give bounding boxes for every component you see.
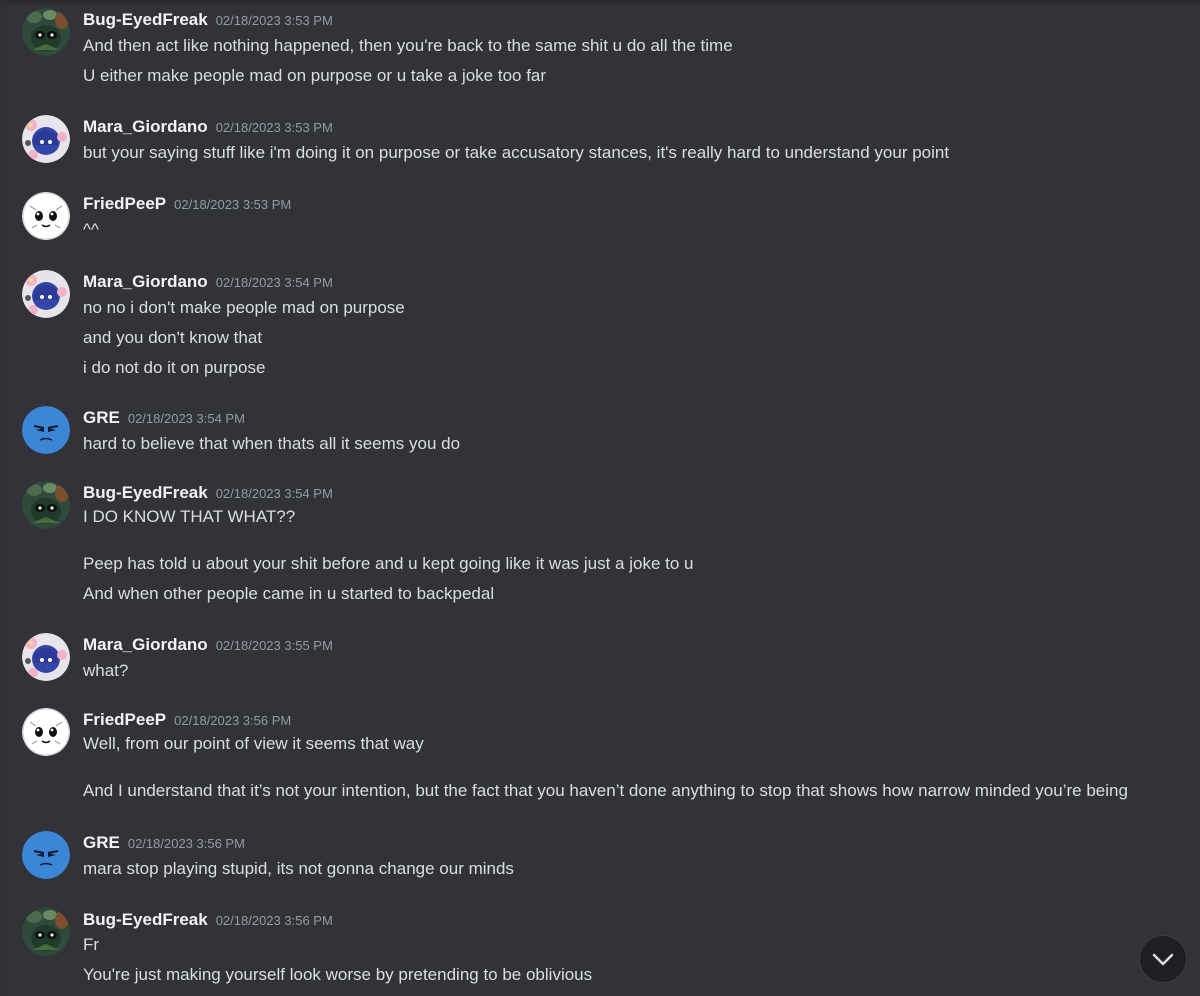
username[interactable]: GRE — [83, 833, 120, 852]
message-text: mara stop playing stupid, its not gonna … — [83, 859, 514, 878]
username[interactable]: Bug-EyedFreak — [83, 10, 208, 29]
message-text: what? — [83, 661, 129, 680]
mara-giordano-avatar[interactable] — [22, 115, 70, 163]
username[interactable]: FriedPeeP — [83, 194, 166, 213]
top-edge — [0, 0, 1200, 4]
message-header: FriedPeeP 02/18/2023 3:53 PM — [83, 192, 291, 216]
message-header: Mara_Giordano 02/18/2023 3:54 PM — [83, 270, 333, 294]
bug-eyed-freak-avatar[interactable] — [22, 481, 70, 529]
message-text: And I understand that it’s not your inte… — [83, 781, 1128, 800]
message-header: Mara_Giordano 02/18/2023 3:55 PM — [83, 633, 333, 657]
message-text: U either make people mad on purpose or u… — [83, 66, 547, 85]
message-header: Bug-EyedFreak 02/18/2023 3:56 PM — [83, 908, 333, 932]
username[interactable]: Mara_Giordano — [83, 635, 208, 654]
username[interactable]: GRE — [83, 408, 120, 427]
timestamp: 02/18/2023 3:54 PM — [127, 411, 245, 426]
message-header: Bug-EyedFreak 02/18/2023 3:53 PM — [83, 8, 333, 32]
timestamp: 02/18/2023 3:54 PM — [215, 486, 333, 501]
message-text: but your saying stuff like i'm doing it … — [83, 143, 950, 162]
message-text: hard to believe that when thats all it s… — [83, 434, 461, 453]
message-text: You're just making yourself look worse b… — [83, 965, 593, 984]
mara-giordano-avatar[interactable] — [22, 633, 70, 681]
message-text: And then act like nothing happened, then… — [83, 36, 733, 55]
friedpeep-avatar[interactable] — [22, 192, 70, 240]
timestamp: 02/18/2023 3:53 PM — [215, 120, 333, 135]
timestamp: 02/18/2023 3:54 PM — [215, 275, 333, 290]
friedpeep-avatar[interactable] — [22, 708, 70, 756]
gre-avatar[interactable] — [22, 406, 70, 454]
jump-to-bottom-button[interactable] — [1140, 936, 1186, 982]
message-text: Fr — [83, 935, 100, 954]
username[interactable]: Mara_Giordano — [83, 117, 208, 136]
timestamp: 02/18/2023 3:55 PM — [215, 638, 333, 653]
message-text: and you don't know that — [83, 328, 263, 347]
bug-eyed-freak-avatar[interactable] — [22, 908, 70, 956]
message-header: FriedPeeP 02/18/2023 3:56 PM — [83, 708, 291, 732]
timestamp: 02/18/2023 3:53 PM — [174, 197, 292, 212]
left-edge — [0, 4, 8, 996]
gre-avatar[interactable] — [22, 831, 70, 879]
timestamp: 02/18/2023 3:56 PM — [215, 913, 333, 928]
bug-eyed-freak-avatar[interactable] — [22, 8, 70, 56]
message-header: Bug-EyedFreak 02/18/2023 3:54 PM — [83, 481, 333, 505]
timestamp: 02/18/2023 3:56 PM — [127, 836, 245, 851]
username[interactable]: FriedPeeP — [83, 710, 166, 729]
message-text: Well, from our point of view it seems th… — [83, 734, 424, 753]
mara-giordano-avatar[interactable] — [22, 270, 70, 318]
message-text: I DO KNOW THAT WHAT?? — [83, 507, 296, 526]
timestamp: 02/18/2023 3:53 PM — [215, 13, 333, 28]
username[interactable]: Bug-EyedFreak — [83, 483, 208, 502]
message-header: GRE 02/18/2023 3:56 PM — [83, 831, 245, 855]
message-text: And when other people came in u started … — [83, 584, 495, 603]
username[interactable]: Mara_Giordano — [83, 272, 208, 291]
message-header: GRE 02/18/2023 3:54 PM — [83, 406, 245, 430]
message-text: Peep has told u about your shit before a… — [83, 554, 694, 573]
message-text: i do not do it on purpose — [83, 358, 266, 377]
message-text: no no i don't make people mad on purpose — [83, 298, 405, 317]
chevron-down-icon — [1152, 953, 1174, 966]
username[interactable]: Bug-EyedFreak — [83, 910, 208, 929]
message-text: ^^ — [83, 220, 99, 239]
message-header: Mara_Giordano 02/18/2023 3:53 PM — [83, 115, 333, 139]
timestamp: 02/18/2023 3:56 PM — [174, 713, 292, 728]
